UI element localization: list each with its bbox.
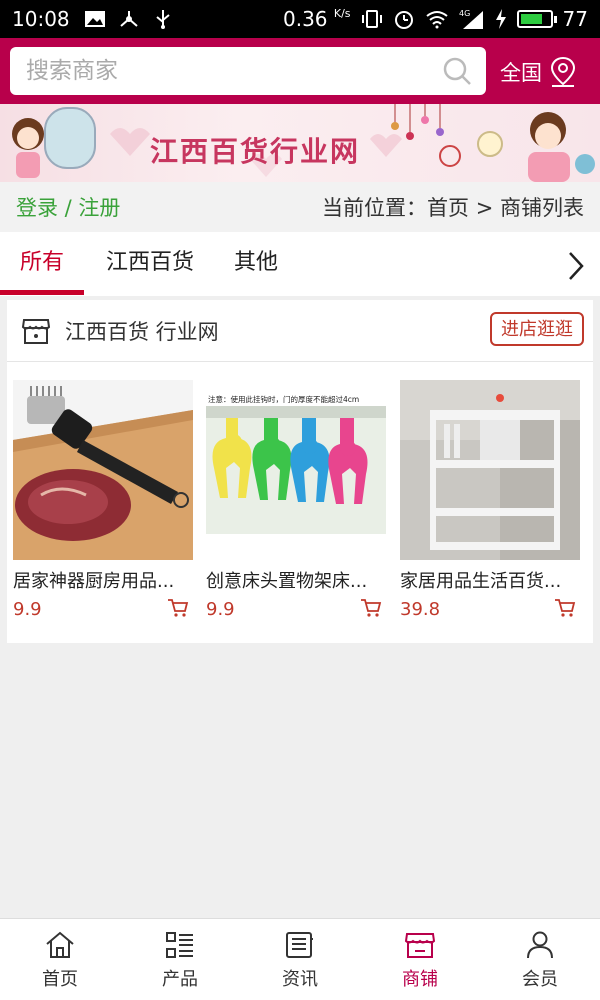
nav-news[interactable]: 资讯 [240, 919, 360, 1000]
nav-shops-label[interactable]: 商铺 [402, 965, 438, 991]
signal-icon: 4G [459, 9, 483, 29]
gallery-icon [84, 11, 105, 27]
product-price: 9.9 [206, 599, 235, 620]
region-selector[interactable]: 全国 [500, 52, 578, 92]
banner-title: 江西百货行业网 [150, 135, 361, 168]
charging-icon [495, 9, 506, 29]
list-icon[interactable] [164, 929, 196, 961]
nav-news-label[interactable]: 资讯 [282, 965, 318, 991]
login-register-link[interactable]: 登录 / 注册 [16, 192, 120, 222]
product-image-caption: 注意：使用此挂钩时，门的厚度不能超过4cm [208, 394, 359, 404]
store-icon [21, 319, 51, 344]
shop-card-header: 江西百货 行业网 进店逛逛 [7, 300, 593, 362]
status-bar: 10:08 0.36 K/s 4G 77 [0, 0, 600, 38]
region-label[interactable]: 全国 [500, 57, 542, 87]
share-icon [119, 11, 138, 27]
product-image-meat-tenderizer[interactable] [13, 380, 193, 560]
product-name[interactable]: 家居用品生活百货... [400, 567, 580, 593]
news-icon[interactable] [284, 929, 316, 961]
product-card[interactable]: 家居用品生活百货... 39.8 [400, 380, 580, 620]
tab-all[interactable]: 所有 [0, 232, 84, 296]
user-icon[interactable] [524, 929, 556, 961]
shop-name[interactable]: 江西百货 行业网 [65, 316, 219, 346]
status-time: 10:08 [12, 7, 70, 31]
shop-card: 江西百货 行业网 进店逛逛 居家神器厨房用品... 9.9 注意：使用此挂钩时，… [7, 300, 593, 643]
location-pin-icon[interactable] [548, 56, 578, 88]
wifi-icon [425, 11, 448, 29]
search-icon[interactable] [442, 56, 472, 86]
product-card[interactable]: 居家神器厨房用品... 9.9 [13, 380, 193, 620]
tab-jiangxi-department-store[interactable]: 江西百货 [94, 232, 206, 296]
cart-icon[interactable] [554, 598, 576, 618]
home-icon[interactable] [44, 929, 76, 961]
nav-home-label[interactable]: 首页 [42, 965, 78, 991]
nav-products-label[interactable]: 产品 [162, 965, 198, 991]
category-tabs: 所有 江西百货 其他 [0, 232, 600, 296]
product-price: 9.9 [13, 599, 42, 620]
product-name[interactable]: 创意床头置物架床... [206, 567, 386, 593]
nav-member-label[interactable]: 会员 [522, 965, 558, 991]
speed-unit: K/s [333, 7, 351, 20]
vibrate-icon [361, 10, 382, 28]
bottom-navigation: 首页 产品 资讯 商铺 会员 [0, 918, 600, 1000]
network-speed: 0.36 K/s [283, 7, 351, 31]
tab-active-indicator [0, 290, 84, 295]
enter-shop-button[interactable]: 进店逛逛 [490, 312, 584, 346]
shop-icon[interactable] [404, 929, 436, 961]
network-type: 4G [459, 9, 470, 18]
nav-member[interactable]: 会员 [480, 919, 600, 1000]
nav-products[interactable]: 产品 [120, 919, 240, 1000]
cart-icon[interactable] [360, 598, 382, 618]
alarm-icon [394, 11, 413, 29]
product-image-kitchen-rack[interactable] [400, 380, 580, 560]
cart-icon[interactable] [167, 598, 189, 618]
search-box[interactable] [10, 47, 486, 95]
location-bar: 登录 / 注册 当前位置：首页 > 商铺列表 [0, 182, 600, 232]
app-header: 全国 [0, 38, 600, 104]
battery-level: 77 [562, 7, 588, 31]
product-card[interactable]: 注意：使用此挂钩时，门的厚度不能超过4cm 创意床头置物架床... 9.9 [206, 380, 386, 620]
chevron-right-icon[interactable] [564, 250, 588, 282]
product-price: 39.8 [400, 599, 441, 620]
usb-icon [156, 10, 170, 29]
site-banner: 江西百货行业网 [0, 104, 600, 182]
nav-home[interactable]: 首页 [0, 919, 120, 1000]
speed-value: 0.36 [283, 7, 328, 31]
search-input[interactable] [24, 57, 442, 85]
tab-other[interactable]: 其他 [220, 232, 292, 296]
product-name[interactable]: 居家神器厨房用品... [13, 567, 193, 593]
nav-shops[interactable]: 商铺 [360, 919, 480, 1000]
battery-icon [516, 10, 557, 28]
product-image-door-hooks[interactable]: 注意：使用此挂钩时，门的厚度不能超过4cm [206, 380, 386, 560]
breadcrumb: 当前位置：首页 > 商铺列表 [322, 196, 584, 220]
